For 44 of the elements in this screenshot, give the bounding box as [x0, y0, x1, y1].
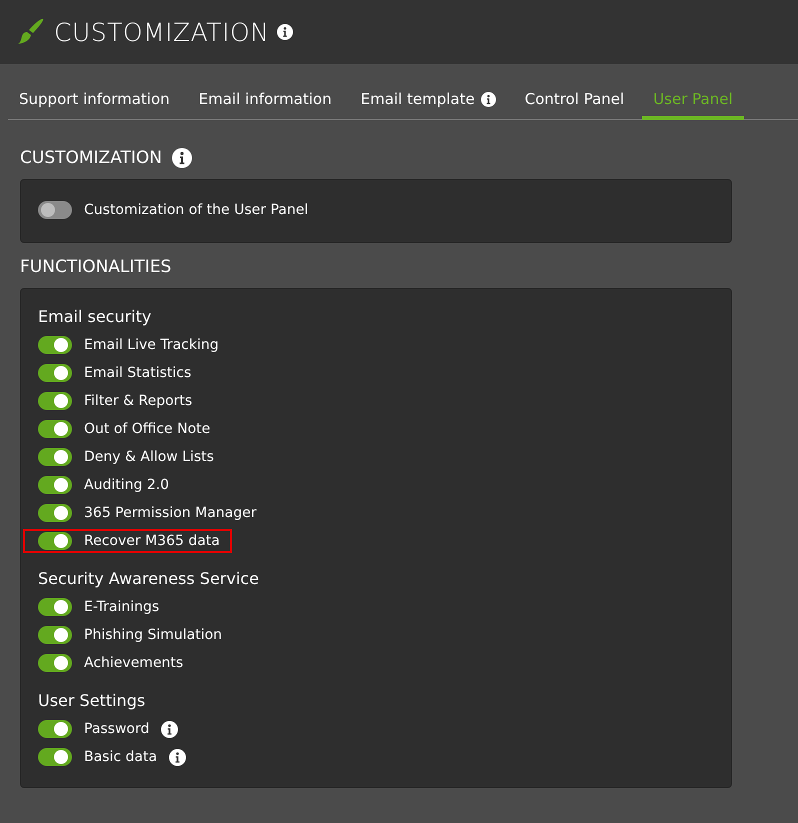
- toggle-label: Phishing Simulation: [84, 627, 222, 643]
- toggle-switch[interactable]: [38, 201, 72, 219]
- toggle-switch[interactable]: [38, 392, 72, 410]
- section-title: FUNCTIONALITIES: [20, 257, 172, 277]
- toggle-label: Auditing 2.0: [84, 477, 170, 493]
- toggle-switch[interactable]: [38, 364, 72, 382]
- toggle-switch[interactable]: [38, 448, 72, 466]
- group-title: Security Awareness Service: [38, 569, 260, 588]
- toggle-switch[interactable]: [38, 336, 72, 354]
- toggle-switch[interactable]: [38, 720, 72, 738]
- info-icon[interactable]: [480, 92, 496, 106]
- group-title: Email security: [38, 307, 152, 326]
- toggle-switch[interactable]: [38, 532, 72, 550]
- toggle-label: Basic data: [84, 749, 158, 765]
- toggle-label: Out of Office Note: [84, 421, 210, 437]
- toggle-label: Filter & Reports: [84, 393, 192, 409]
- info-icon[interactable]: [172, 148, 192, 168]
- toggle-switch[interactable]: [38, 420, 72, 438]
- toggle-label: Email Statistics: [84, 365, 192, 381]
- tab[interactable]: Email information: [188, 82, 343, 120]
- group-title: User Settings: [38, 691, 146, 710]
- toggle-switch[interactable]: [38, 504, 72, 522]
- toggle-label: Deny & Allow Lists: [84, 449, 214, 465]
- info-icon[interactable]: [169, 748, 186, 766]
- toggle-label: Recover M365 data: [84, 533, 220, 549]
- paintbrush-icon: [16, 17, 46, 47]
- page-title: CUSTOMIZATION: [54, 18, 270, 46]
- toggle-switch[interactable]: [38, 476, 72, 494]
- toggle-label: Password: [84, 721, 150, 737]
- toggle-switch[interactable]: [38, 598, 72, 616]
- tab[interactable]: Control Panel: [514, 82, 636, 120]
- toggle-switch[interactable]: [38, 748, 72, 766]
- toggle-switch[interactable]: [38, 626, 72, 644]
- section-title: CUSTOMIZATION: [20, 148, 162, 168]
- tab[interactable]: Email template: [350, 82, 507, 120]
- toggle-label: E-Trainings: [84, 599, 160, 615]
- toggle-label: Achievements: [84, 655, 184, 671]
- info-icon[interactable]: [161, 720, 178, 738]
- toggle-label: 365 Permission Manager: [84, 505, 256, 521]
- tab[interactable]: Support information: [8, 82, 181, 120]
- toggle-label: Customization of the User Panel: [84, 202, 308, 218]
- toggle-switch[interactable]: [38, 654, 72, 672]
- toggle-label: Email Live Tracking: [84, 337, 219, 353]
- info-icon[interactable]: [277, 24, 294, 40]
